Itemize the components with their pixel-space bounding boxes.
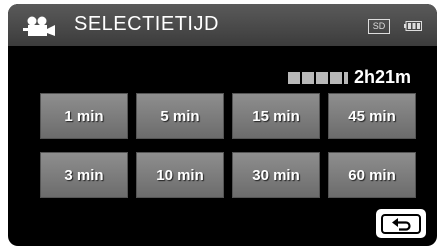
video-camera-icon: [23, 16, 55, 36]
remaining-indicator: [288, 72, 348, 84]
option-60-min[interactable]: 60 min: [328, 152, 416, 198]
back-button-frame: [381, 213, 421, 234]
remaining-time-text: 2h21m: [354, 67, 412, 87]
page-title: SELECTIETIJD: [74, 13, 219, 35]
sd-card-icon: SD: [368, 19, 390, 34]
battery-icon: [404, 21, 422, 31]
back-button[interactable]: [376, 209, 426, 238]
return-arrow-icon: [392, 217, 411, 231]
header-bar: SELECTIETIJD SD: [8, 4, 437, 46]
option-30-min[interactable]: 30 min: [232, 152, 320, 198]
option-45-min[interactable]: 45 min: [328, 93, 416, 139]
option-1-min[interactable]: 1 min: [40, 93, 128, 139]
camera-screen: SELECTIETIJD SD 2h21m 1 min 5 min 15 min…: [8, 4, 437, 246]
option-15-min[interactable]: 15 min: [232, 93, 320, 139]
option-5-min[interactable]: 5 min: [136, 93, 224, 139]
option-10-min[interactable]: 10 min: [136, 152, 224, 198]
option-3-min[interactable]: 3 min: [40, 152, 128, 198]
